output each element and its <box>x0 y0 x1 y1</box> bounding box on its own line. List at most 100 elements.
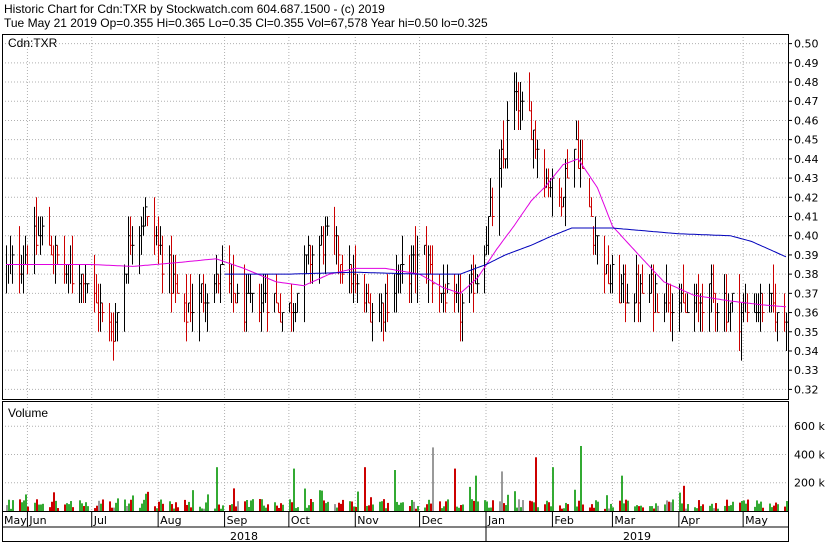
volume-bar <box>319 490 321 511</box>
volume-tick-label: 400 k <box>794 448 825 461</box>
price-tick-label: 0.42 <box>794 191 819 204</box>
price-tick-label: 0.43 <box>794 172 819 185</box>
volume-bar <box>188 501 190 511</box>
volume-bar <box>591 504 593 511</box>
volume-bar <box>98 500 100 511</box>
month-label: Jan <box>487 514 505 527</box>
volume-bar <box>66 503 68 511</box>
volume-bar <box>162 503 164 511</box>
volume-bar <box>87 506 89 511</box>
volume-bar <box>351 501 353 511</box>
volume-bar <box>141 503 143 511</box>
volume-bar <box>606 495 608 511</box>
volume-bar <box>488 507 490 511</box>
volume-bar <box>642 507 644 511</box>
volume-bar <box>109 501 111 511</box>
volume-bar <box>308 505 310 511</box>
volume-bar <box>160 499 162 511</box>
volume-bar <box>593 507 595 511</box>
price-tick-label: 0.36 <box>794 307 819 320</box>
volume-bar <box>336 507 338 511</box>
volume-bar <box>207 494 209 511</box>
volume-bar <box>96 505 98 511</box>
volume-bar <box>312 502 314 511</box>
volume-bar <box>237 501 239 511</box>
volume-bar <box>507 494 509 511</box>
volume-bar <box>83 506 85 511</box>
volume-tick-label: 200 k <box>794 477 825 490</box>
volume-bar <box>214 508 216 511</box>
price-grid <box>2 34 788 399</box>
volume-bar <box>295 508 297 511</box>
price-tick-label: 0.40 <box>794 230 819 243</box>
volume-bar <box>40 504 42 511</box>
volume-bar <box>411 499 413 511</box>
volume-bar <box>8 499 10 511</box>
volume-bar <box>304 488 306 511</box>
volume-bar <box>653 508 655 511</box>
volume-bar <box>102 499 104 511</box>
axis-labels: 0.50 0.49 0.48 0.47 0.46 0.45 0.44 0.43 0.42 0.41… <box>2 38 825 543</box>
volume-bar <box>743 500 745 511</box>
volume-bar <box>773 505 775 511</box>
volume-bar <box>544 504 546 511</box>
price-tick-label: 0.50 <box>794 38 819 51</box>
price-tick-label: 0.34 <box>794 345 819 358</box>
volume-bar <box>679 492 681 511</box>
volume-bar <box>372 504 374 511</box>
volume-bar <box>325 503 327 511</box>
volume-bar <box>640 505 642 511</box>
volume-bar <box>518 499 520 511</box>
volume-bar <box>205 502 207 511</box>
volume-bar <box>334 504 336 511</box>
volume-bar <box>379 501 381 511</box>
volume-bar <box>548 502 550 511</box>
volume-bar <box>171 504 173 511</box>
volume-bars <box>6 445 788 511</box>
volume-bar <box>417 506 419 511</box>
volume-bar <box>685 508 687 511</box>
volume-bar <box>666 500 668 511</box>
volume-bar <box>100 503 102 511</box>
volume-bar <box>276 505 278 511</box>
volume-bar <box>430 503 432 511</box>
volume-bar <box>559 505 561 511</box>
volume-bar <box>233 488 235 511</box>
volume-bar <box>36 499 38 511</box>
volume-bar <box>426 504 428 511</box>
volume-bar <box>531 501 533 511</box>
volume-bar <box>115 502 117 511</box>
volume-bar <box>771 507 773 511</box>
volume-bar <box>439 501 441 511</box>
volume-bar <box>604 508 606 511</box>
volume-bar <box>246 500 248 511</box>
volume-bar <box>760 501 762 511</box>
volume-bar <box>156 508 158 511</box>
volume-bar <box>368 505 370 511</box>
volume-bar <box>784 506 786 511</box>
volume-bar <box>702 504 704 511</box>
volume-bar <box>415 508 417 511</box>
volume-bar <box>231 504 233 511</box>
volume-bar <box>777 504 779 511</box>
volume-bar <box>730 505 732 511</box>
volume-bar <box>561 508 563 511</box>
volume-bar <box>786 501 788 511</box>
volume-bar <box>409 506 411 511</box>
volume-bar <box>724 505 726 511</box>
volume-bar <box>709 505 711 511</box>
volume-bar <box>747 499 749 511</box>
volume-bar <box>533 502 535 511</box>
volume-bar <box>402 502 404 511</box>
volume-bar <box>53 492 55 511</box>
volume-bar <box>265 507 267 511</box>
volume-bar <box>201 508 203 511</box>
month-label: Oct <box>291 514 311 527</box>
volume-bar <box>261 499 263 511</box>
volume-bar <box>490 507 492 511</box>
volume-bar <box>10 508 12 511</box>
volume-bar <box>124 499 126 511</box>
volume-bar <box>94 508 96 511</box>
volume-bar <box>597 501 599 511</box>
price-tick-label: 0.32 <box>794 383 819 396</box>
